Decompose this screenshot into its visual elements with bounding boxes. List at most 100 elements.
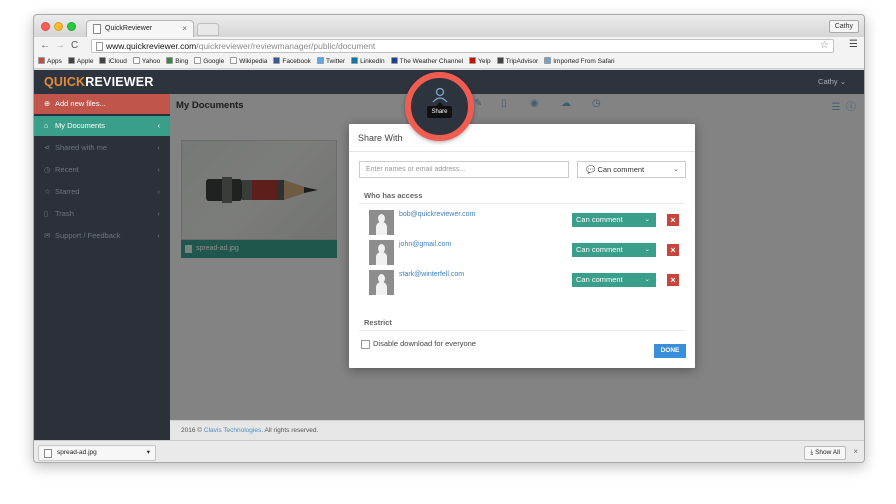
sidebar-item-my-documents[interactable]: ⌂ My Documents ‹ [34, 116, 170, 136]
remove-access-button[interactable]: × [667, 274, 679, 286]
disable-download-label: Disable download for everyone [373, 339, 476, 348]
avatar [369, 210, 394, 235]
trash-icon: ▯ [44, 209, 49, 218]
close-icon[interactable]: × [853, 447, 858, 456]
bookmark-icon [99, 57, 107, 64]
remove-access-button[interactable]: × [667, 244, 679, 256]
title-bar: QuickReviewer × Cathy [34, 15, 864, 37]
bookmark-item[interactable]: iCloud [99, 55, 127, 68]
disable-download-checkbox[interactable] [361, 340, 370, 349]
add-files-button[interactable]: ⊕ Add new files... [34, 94, 170, 114]
bookmark-icon [230, 57, 238, 64]
share-icon: ⋖ [44, 143, 51, 152]
bookmark-icon [67, 57, 75, 64]
remove-access-button[interactable]: × [667, 214, 679, 226]
forward-icon[interactable]: → [55, 40, 65, 52]
footer-link[interactable]: Clavis Technologies [204, 427, 261, 434]
profile-button[interactable]: Cathy [828, 20, 859, 33]
bookmark-item[interactable]: Yelp [469, 55, 491, 68]
chevron-down-icon: ⌄ [673, 166, 679, 173]
maximize-window-button[interactable] [67, 22, 76, 31]
logo[interactable]: QUICKREVIEWER [44, 75, 154, 89]
person-email: john@gmail.com [399, 241, 452, 248]
chevron-left-icon: ‹ [157, 209, 161, 218]
star-icon: ☆ [44, 187, 51, 196]
bookmark-item[interactable]: The Weather Channel [390, 55, 463, 68]
permission-select[interactable]: 💬 Can comment ⌄ [577, 161, 686, 178]
role-select[interactable]: Can comment ⌄ [572, 273, 656, 287]
person-email: bob@quickreviewer.com [399, 211, 476, 218]
bookmark-icon [38, 57, 45, 64]
chevron-down-icon: ⌄ [644, 246, 650, 253]
sidebar-item-trash[interactable]: ▯ Trash ‹ [34, 204, 170, 224]
sidebar-item-support-feedback[interactable]: ✉ Support / Feedback ‹ [34, 226, 170, 246]
tab-close-icon[interactable]: × [182, 24, 187, 33]
support-icon: ✉ [44, 231, 51, 240]
bookmark-icon [544, 57, 552, 64]
role-select[interactable]: Can comment ⌄ [572, 213, 656, 227]
download-item[interactable]: spread-ad.jpg ▾ [38, 445, 156, 461]
share-icon[interactable] [429, 87, 451, 103]
minimize-window-button[interactable] [54, 22, 63, 31]
menu-icon[interactable]: ☰ [849, 39, 858, 50]
bookmark-icon [194, 57, 202, 64]
comment-icon: 💬 [586, 165, 596, 174]
bookmark-item[interactable]: Apps [38, 55, 62, 68]
browser-tab[interactable]: QuickReviewer × [86, 20, 194, 37]
close-window-button[interactable] [41, 22, 50, 31]
share-highlight: Share [405, 72, 474, 141]
sidebar-item-recent[interactable]: ◷ Recent ‹ [34, 160, 170, 180]
share-dialog: Share With 💬 Can comment ⌄ Who has acces… [349, 124, 695, 368]
user-menu[interactable]: Cathy ⌄ [818, 77, 846, 86]
sidebar-item-label: Support / Feedback [55, 231, 121, 240]
page-icon [93, 24, 101, 34]
who-has-access-heading: Who has access [364, 191, 423, 200]
bookmarks-bar: Apps Apple iCloud Yahoo Bing Google Wikipedia F… [34, 55, 864, 69]
role-select[interactable]: Can comment ⌄ [572, 243, 656, 257]
sidebar-item-label: My Documents [55, 121, 106, 130]
share-email-input[interactable] [359, 161, 569, 178]
bookmark-item[interactable]: Facebook [273, 55, 311, 68]
bookmark-item[interactable]: Bing [166, 55, 188, 68]
bookmark-item[interactable]: Wikipedia [230, 55, 267, 68]
browser-toolbar: ← → C www.quickreviewer.com/quickreviewe… [34, 37, 864, 55]
sidebar-item-shared-with-me[interactable]: ⋖ Shared with me ‹ [34, 138, 170, 158]
chevron-down-icon[interactable]: ▾ [147, 446, 150, 460]
footer: 2016 © Clavis Technologies. All rights r… [170, 420, 864, 440]
access-list-item: stark@winterfell.com Can comment ⌄ × [369, 270, 681, 295]
bookmark-icon [496, 57, 504, 64]
bookmark-item[interactable]: Google [194, 55, 224, 68]
access-list-item: bob@quickreviewer.com Can comment ⌄ × [369, 210, 681, 235]
bookmark-item[interactable]: Apple [67, 55, 93, 68]
back-icon[interactable]: ← [40, 40, 50, 52]
done-button[interactable]: DONE [654, 344, 686, 358]
sidebar-item-label: Recent [55, 165, 79, 174]
chevron-left-icon: ‹ [157, 231, 161, 240]
divider [349, 151, 695, 152]
sidebar-item-label: Starred [55, 187, 80, 196]
url-text[interactable]: www.quickreviewer.com/quickreviewer/revi… [106, 41, 375, 52]
bookmark-icon [166, 57, 174, 64]
tab-title: QuickReviewer [105, 25, 153, 32]
show-all-button[interactable]: ⤓ Show All [804, 446, 846, 460]
bookmark-icon [469, 57, 477, 64]
address-bar[interactable]: www.quickreviewer.com/quickreviewer/revi… [91, 39, 834, 53]
reload-icon[interactable]: C [71, 40, 78, 52]
bookmark-item[interactable]: Imported From Safari [544, 55, 615, 68]
chevron-left-icon: ‹ [157, 165, 161, 174]
chevron-left-icon: ‹ [157, 121, 161, 130]
bookmark-item[interactable]: TripAdvisor [496, 55, 538, 68]
bookmark-item[interactable]: Yahoo [132, 55, 160, 68]
divider [359, 203, 685, 204]
avatar [369, 270, 394, 295]
download-shelf: spread-ad.jpg ▾ ⤓ Show All × [34, 440, 864, 462]
chevron-left-icon: ‹ [157, 143, 161, 152]
sidebar-item-starred[interactable]: ☆ Starred ‹ [34, 182, 170, 202]
share-tooltip: Share [427, 102, 452, 118]
bookmark-item[interactable]: Twitter [316, 55, 345, 68]
bookmark-star-icon[interactable]: ☆ [820, 40, 829, 51]
sidebar-item-label: Shared with me [55, 143, 108, 152]
dialog-title: Share With [358, 133, 403, 143]
bookmark-item[interactable]: LinkedIn [351, 55, 385, 68]
new-tab-button[interactable] [197, 23, 219, 36]
